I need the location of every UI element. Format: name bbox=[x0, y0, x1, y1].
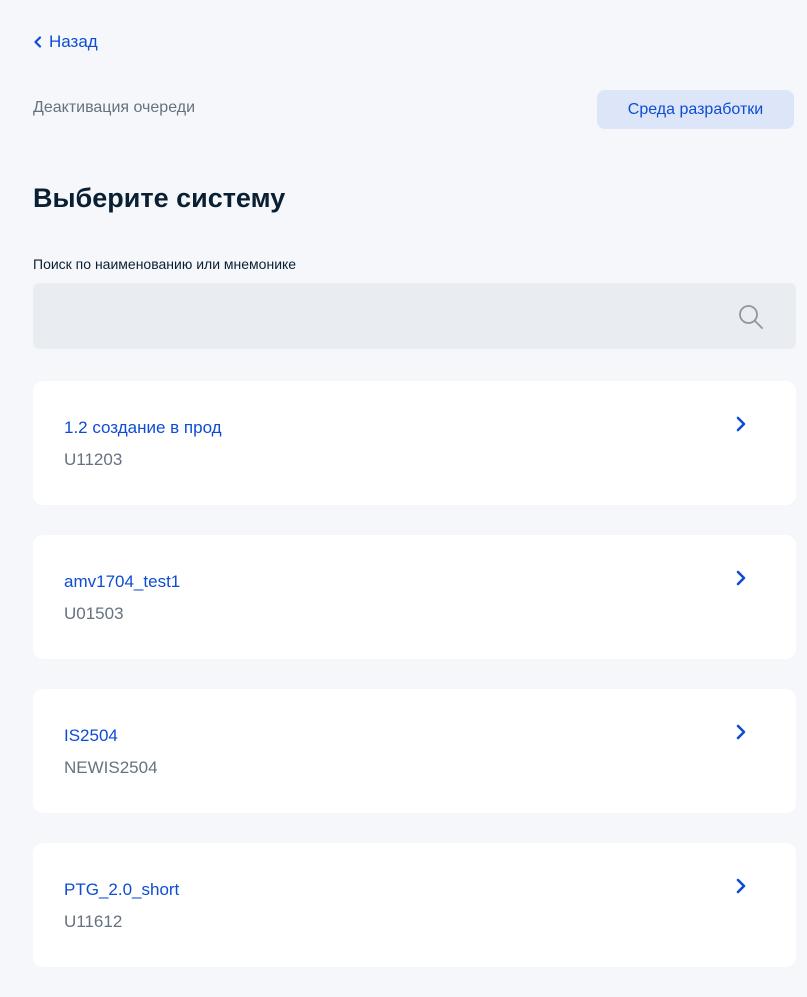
chevron-left-icon bbox=[34, 36, 42, 48]
system-name: IS2504 bbox=[64, 726, 118, 745]
page-subtitle: Деактивация очереди bbox=[33, 99, 196, 116]
chevron-right-icon bbox=[736, 724, 746, 740]
system-code: U11203 bbox=[64, 450, 123, 469]
search-icon[interactable] bbox=[738, 304, 764, 330]
environment-badge: Среда разработки bbox=[597, 90, 794, 129]
system-code: NEWIS2504 bbox=[64, 758, 158, 777]
system-card[interactable]: 1.2 создание в прод U11203 bbox=[33, 381, 796, 505]
system-card[interactable]: amv1704_test1 U01503 bbox=[33, 535, 796, 659]
system-name: PTG_2.0_short bbox=[64, 880, 180, 899]
search-box bbox=[33, 283, 796, 349]
chevron-right-icon bbox=[736, 878, 746, 894]
chevron-right-icon bbox=[736, 570, 746, 586]
system-code: U11612 bbox=[64, 912, 123, 931]
back-link-label: Назад bbox=[49, 32, 98, 51]
system-name: 1.2 создание в прод bbox=[64, 418, 222, 437]
system-card[interactable]: PTG_2.0_short U11612 bbox=[33, 843, 796, 967]
search-label: Поиск по наименованию или мнемонике bbox=[33, 256, 297, 272]
page-title: Выберите систему bbox=[33, 183, 286, 213]
system-code: U01503 bbox=[64, 604, 124, 623]
system-list: 1.2 создание в прод U11203 amv1704_test1… bbox=[33, 381, 796, 997]
chevron-right-icon bbox=[736, 416, 746, 432]
back-link[interactable]: Назад bbox=[33, 32, 98, 52]
system-name: amv1704_test1 bbox=[64, 572, 181, 591]
search-input[interactable] bbox=[33, 283, 723, 349]
system-card[interactable]: IS2504 NEWIS2504 bbox=[33, 689, 796, 813]
page: Назад Деактивация очереди Среда разработ… bbox=[10, 10, 807, 967]
